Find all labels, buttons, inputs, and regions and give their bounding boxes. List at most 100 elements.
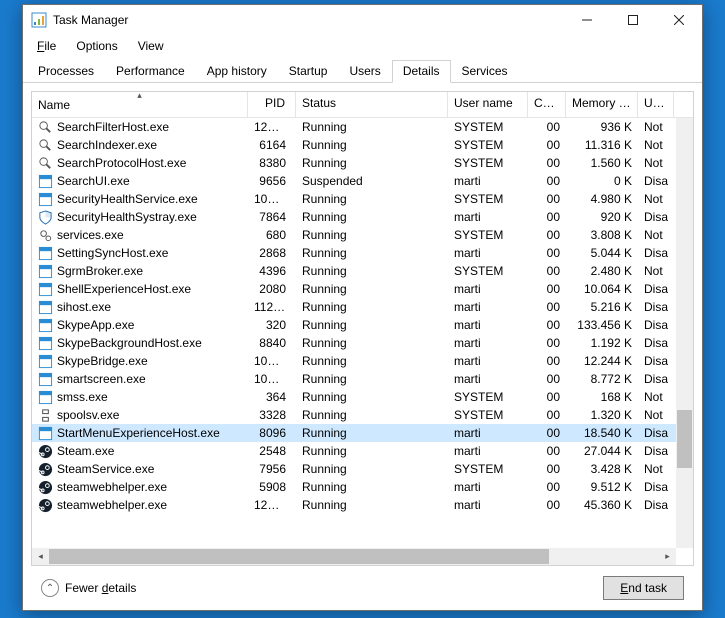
content-area: ▴Name PID Status User name CPU Memory (a… xyxy=(23,83,702,610)
table-row[interactable]: SkypeApp.exe320Runningmarti00133.456 KDi… xyxy=(32,316,693,334)
col-user[interactable]: User name xyxy=(448,92,528,117)
cell-user: marti xyxy=(448,246,528,260)
process-icon xyxy=(38,246,53,261)
horizontal-scrollbar[interactable]: ◂ ▸ xyxy=(32,548,676,565)
table-row[interactable]: sihost.exe11284Runningmarti005.216 KDisa xyxy=(32,298,693,316)
table-row[interactable]: SgrmBroker.exe4396RunningSYSTEM002.480 K… xyxy=(32,262,693,280)
titlebar[interactable]: Task Manager xyxy=(23,5,702,35)
hscroll-right-icon[interactable]: ▸ xyxy=(659,548,676,565)
cell-pid: 9656 xyxy=(248,174,296,188)
menu-view[interactable]: View xyxy=(130,37,172,55)
table-row[interactable]: SearchIndexer.exe6164RunningSYSTEM0011.3… xyxy=(32,136,693,154)
table-row[interactable]: SecurityHealthSystray.exe7864Runningmart… xyxy=(32,208,693,226)
cell-uac: Not xyxy=(638,120,674,134)
vertical-scroll-thumb[interactable] xyxy=(677,410,692,468)
cell-cpu: 00 xyxy=(528,156,566,170)
table-row[interactable]: SkypeBridge.exe10288Runningmarti0012.244… xyxy=(32,352,693,370)
cell-status: Running xyxy=(296,354,448,368)
cell-mem: 10.064 K xyxy=(566,282,638,296)
cell-mem: 0 K xyxy=(566,174,638,188)
cell-status: Running xyxy=(296,372,448,386)
fewer-details-button[interactable]: ⌃ Fewer details xyxy=(41,579,136,597)
cell-mem: 936 K xyxy=(566,120,638,134)
process-icon xyxy=(38,498,53,513)
cell-user: marti xyxy=(448,336,528,350)
cell-pid: 6164 xyxy=(248,138,296,152)
cell-user: marti xyxy=(448,480,528,494)
table-row[interactable]: SearchFilterHost.exe12620RunningSYSTEM00… xyxy=(32,118,693,136)
col-name[interactable]: ▴Name xyxy=(32,92,248,117)
cell-status: Running xyxy=(296,318,448,332)
process-icon xyxy=(38,210,53,225)
horizontal-scroll-thumb[interactable] xyxy=(49,549,549,564)
process-icon xyxy=(38,138,53,153)
grid-header: ▴Name PID Status User name CPU Memory (a… xyxy=(32,92,693,118)
process-icon xyxy=(38,264,53,279)
process-name: SearchFilterHost.exe xyxy=(57,120,169,134)
chevron-up-icon: ⌃ xyxy=(41,579,59,597)
cell-user: marti xyxy=(448,282,528,296)
table-row[interactable]: steamwebhelper.exe12636Runningmarti0045.… xyxy=(32,496,693,514)
cell-status: Running xyxy=(296,246,448,260)
table-row[interactable]: SettingSyncHost.exe2868Runningmarti005.0… xyxy=(32,244,693,262)
table-row[interactable]: services.exe680RunningSYSTEM003.808 KNot xyxy=(32,226,693,244)
tab-processes[interactable]: Processes xyxy=(27,60,105,83)
table-row[interactable]: SkypeBackgroundHost.exe8840Runningmarti0… xyxy=(32,334,693,352)
tab-startup[interactable]: Startup xyxy=(278,60,339,83)
cell-status: Running xyxy=(296,498,448,512)
table-row[interactable]: SearchProtocolHost.exe8380RunningSYSTEM0… xyxy=(32,154,693,172)
process-icon xyxy=(38,282,53,297)
end-task-button[interactable]: End task xyxy=(603,576,684,600)
menu-options[interactable]: Options xyxy=(68,37,125,55)
tab-performance[interactable]: Performance xyxy=(105,60,196,83)
tab-services[interactable]: Services xyxy=(451,60,519,83)
cell-user: SYSTEM xyxy=(448,462,528,476)
cell-mem: 45.360 K xyxy=(566,498,638,512)
menu-file[interactable]: File xyxy=(29,37,64,55)
cell-status: Running xyxy=(296,156,448,170)
cell-cpu: 00 xyxy=(528,264,566,278)
maximize-button[interactable] xyxy=(610,5,656,35)
hscroll-track[interactable] xyxy=(49,548,659,565)
table-row[interactable]: smss.exe364RunningSYSTEM00168 KNot xyxy=(32,388,693,406)
table-row[interactable]: ShellExperienceHost.exe2080Runningmarti0… xyxy=(32,280,693,298)
col-cpu[interactable]: CPU xyxy=(528,92,566,117)
cell-mem: 11.316 K xyxy=(566,138,638,152)
table-row[interactable]: smartscreen.exe10856Runningmarti008.772 … xyxy=(32,370,693,388)
vertical-scrollbar[interactable] xyxy=(676,118,693,548)
col-status[interactable]: Status xyxy=(296,92,448,117)
col-mem[interactable]: Memory (a... xyxy=(566,92,638,117)
cell-user: marti xyxy=(448,174,528,188)
process-name: SettingSyncHost.exe xyxy=(57,246,168,260)
task-manager-window: Task Manager File Options View Processes… xyxy=(22,4,703,611)
hscroll-left-icon[interactable]: ◂ xyxy=(32,548,49,565)
table-row[interactable]: spoolsv.exe3328RunningSYSTEM001.320 KNot xyxy=(32,406,693,424)
process-name: SkypeBackgroundHost.exe xyxy=(57,336,202,350)
cell-cpu: 00 xyxy=(528,426,566,440)
process-icon xyxy=(38,192,53,207)
tab-users[interactable]: Users xyxy=(338,60,391,83)
tab-details[interactable]: Details xyxy=(392,60,451,83)
cell-mem: 3.808 K xyxy=(566,228,638,242)
cell-mem: 5.216 K xyxy=(566,300,638,314)
tab-app-history[interactable]: App history xyxy=(196,60,278,83)
table-row[interactable]: StartMenuExperienceHost.exe8096Runningma… xyxy=(32,424,693,442)
table-row[interactable]: Steam.exe2548Runningmarti0027.044 KDisa xyxy=(32,442,693,460)
window-buttons xyxy=(564,5,702,35)
cell-uac: Disa xyxy=(638,246,674,260)
table-row[interactable]: SecurityHealthService.exe10020RunningSYS… xyxy=(32,190,693,208)
process-icon xyxy=(38,336,53,351)
col-pid[interactable]: PID xyxy=(248,92,296,117)
table-row[interactable]: SteamService.exe7956RunningSYSTEM003.428… xyxy=(32,460,693,478)
cell-uac: Disa xyxy=(638,372,674,386)
cell-uac: Disa xyxy=(638,210,674,224)
cell-mem: 168 K xyxy=(566,390,638,404)
minimize-button[interactable] xyxy=(564,5,610,35)
cell-mem: 27.044 K xyxy=(566,444,638,458)
cell-user: SYSTEM xyxy=(448,192,528,206)
table-row[interactable]: steamwebhelper.exe5908Runningmarti009.51… xyxy=(32,478,693,496)
grid-body[interactable]: SearchFilterHost.exe12620RunningSYSTEM00… xyxy=(32,118,693,565)
close-button[interactable] xyxy=(656,5,702,35)
table-row[interactable]: SearchUI.exe9656Suspendedmarti000 KDisa xyxy=(32,172,693,190)
col-uac[interactable]: UAC xyxy=(638,92,674,117)
